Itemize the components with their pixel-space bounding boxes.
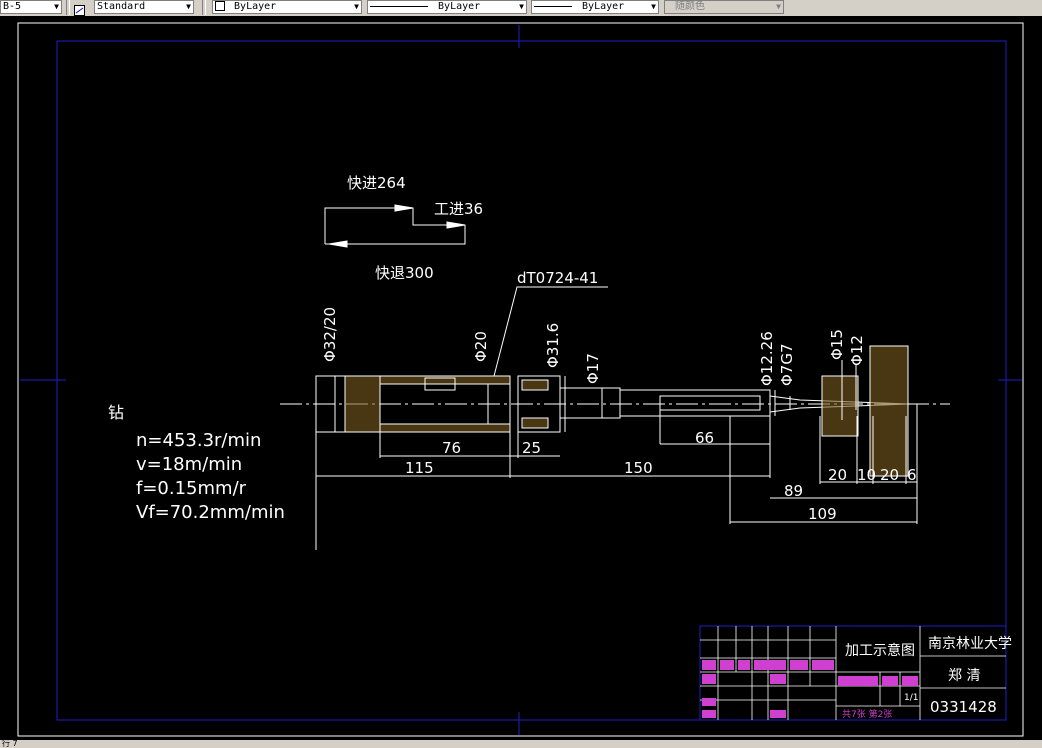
plot-style-value: 随颜色 — [675, 1, 705, 12]
dim-20a: 20 — [828, 466, 847, 484]
layer-dropdown[interactable]: B-5 ▼ — [0, 0, 62, 14]
linetype-dropdown[interactable]: ByLayer ▼ — [367, 0, 527, 14]
title-block-number: 0331428 — [930, 698, 997, 716]
dim-d12: Φ12 — [848, 335, 866, 366]
drawing-svg: 快进264 工进36 快退300 dT0724-41 Φ32/20 Φ20 Φ3… — [17, 22, 1024, 737]
chevron-down-icon: ▼ — [186, 2, 191, 11]
text-style-dropdown[interactable]: Standard ▼ — [94, 0, 194, 14]
color-swatch-icon — [215, 1, 225, 11]
param-spindle-speed: n=453.3r/min — [136, 430, 261, 451]
param-feed-rate: Vf=70.2mm/min — [136, 502, 285, 523]
chevron-down-icon: ▼ — [776, 2, 781, 11]
chevron-down-icon: ▼ — [354, 2, 359, 11]
dim-d17: Φ17 — [584, 353, 602, 384]
dim-109: 109 — [808, 505, 837, 523]
operation-label: 钻 — [108, 403, 124, 422]
dim-d20: Φ20 — [472, 331, 490, 362]
dim-d31-6: Φ31.6 — [544, 323, 562, 368]
drawing-canvas[interactable]: 快进264 工进36 快退300 dT0724-41 Φ32/20 Φ20 Φ3… — [0, 16, 1042, 740]
dim-66: 66 — [695, 429, 714, 447]
chevron-down-icon: ▼ — [519, 2, 524, 11]
rapid-return-label: 快退300 — [375, 264, 434, 282]
chevron-down-icon: ▼ — [54, 2, 59, 11]
dim-76: 76 — [442, 439, 461, 457]
dim-150: 150 — [624, 459, 653, 477]
dim-20b: 20 — [880, 466, 899, 484]
title-block-scale: 1/1 — [904, 693, 918, 703]
tool-ref-label: dT0724-41 — [517, 269, 598, 287]
dim-d32-20: Φ32/20 — [321, 307, 339, 362]
dim-89: 89 — [784, 482, 803, 500]
dim-d12-26: Φ12.26 — [758, 331, 776, 386]
title-block-sheets: 共7张 第2张 — [842, 708, 892, 720]
status-bar: 行 7 — [0, 740, 1042, 748]
text-style-icon[interactable] — [74, 1, 85, 16]
work-feed-label: 工进36 — [434, 200, 483, 218]
title-block-title: 加工示意图 — [845, 642, 915, 659]
linetype-preview-icon — [370, 5, 428, 7]
dim-115: 115 — [405, 459, 434, 477]
color-dropdown[interactable]: ByLayer ▼ — [212, 0, 362, 14]
title-block-university: 南京林业大学 — [928, 636, 1012, 652]
lineweight-value: ByLayer — [582, 1, 625, 12]
dim-10: 10 — [857, 466, 876, 484]
dim-d15: Φ15 — [828, 329, 846, 360]
chevron-down-icon: ▼ — [651, 2, 656, 11]
param-feed: f=0.15mm/r — [136, 478, 247, 499]
properties-toolbar: B-5 ▼ Standard ▼ ByLayer ▼ ByLayer ▼ ByL… — [0, 0, 1042, 17]
param-cutting-speed: v=18m/min — [136, 454, 242, 475]
toolbar-separator — [66, 0, 70, 15]
layer-dropdown-value: B-5 — [3, 1, 22, 12]
dim-d7g7: Φ7G7 — [778, 343, 796, 386]
title-block-author: 郑 清 — [948, 668, 980, 684]
color-value: ByLayer — [234, 1, 277, 12]
rapid-advance-label: 快进264 — [347, 174, 406, 192]
dim-25: 25 — [522, 439, 541, 457]
linetype-value: ByLayer — [438, 1, 481, 12]
plot-style-dropdown[interactable]: 随颜色 ▼ — [664, 0, 784, 14]
toolbar-separator — [202, 0, 206, 15]
lineweight-dropdown[interactable]: ByLayer ▼ — [531, 0, 659, 14]
lineweight-preview-icon — [534, 5, 572, 7]
text-style-value: Standard — [97, 1, 146, 12]
dim-6: 6 — [907, 466, 917, 484]
status-text: 行 7 — [2, 739, 18, 748]
